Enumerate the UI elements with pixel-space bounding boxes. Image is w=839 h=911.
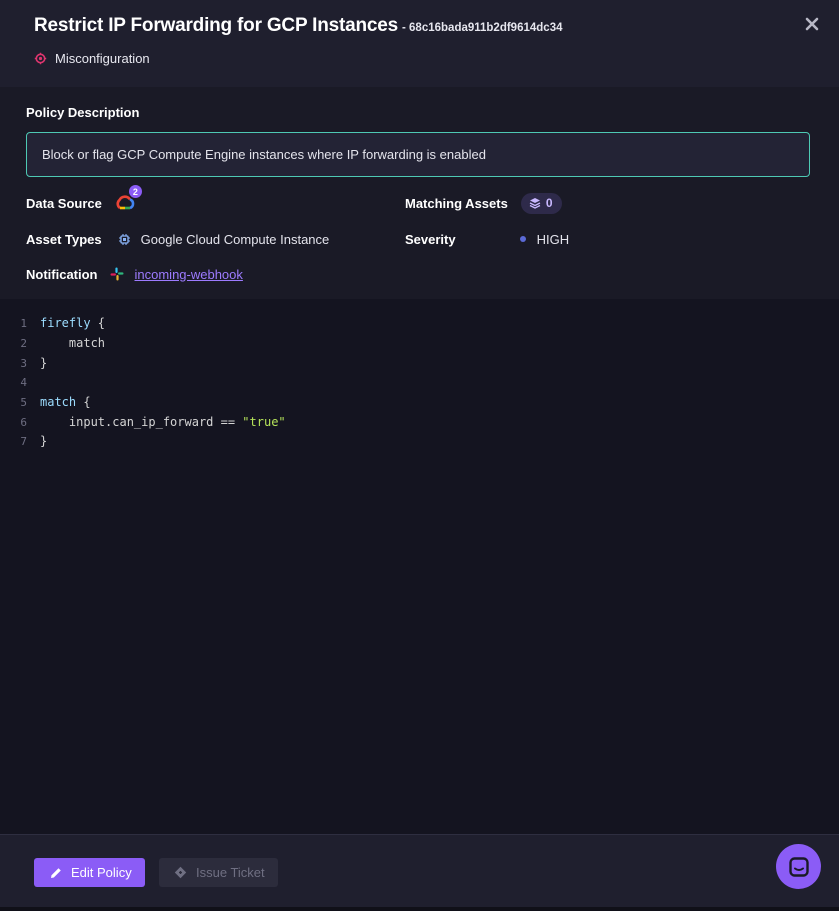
misconfiguration-icon	[34, 52, 47, 65]
line-number: 2	[20, 336, 27, 350]
code-line: 1 firefly {	[0, 313, 105, 333]
modal-footer: Edit Policy Issue Ticket	[0, 834, 839, 907]
code-line: 7 }	[0, 431, 47, 451]
matching-assets-count: 0	[545, 196, 553, 210]
chat-icon	[788, 856, 809, 877]
data-source-count-badge: 2	[128, 185, 142, 198]
close-button[interactable]	[802, 14, 822, 34]
google-cloud-icon: 2	[115, 185, 142, 213]
code-line: 3 }	[0, 353, 47, 373]
severity-label: Severity	[405, 231, 456, 247]
data-source-value[interactable]: 2	[115, 185, 142, 213]
policy-title: Restrict IP Forwarding for GCP Instances	[34, 15, 399, 36]
severity-text: HIGH	[536, 231, 570, 247]
compute-chip-icon	[118, 233, 130, 245]
line-number: 3	[20, 356, 27, 370]
policy-category: Misconfiguration	[34, 51, 150, 66]
notification-value: incoming-webhook	[110, 267, 243, 282]
code-string: "true"	[242, 415, 286, 429]
asset-type-text: Google Cloud Compute Instance	[140, 231, 330, 247]
edit-policy-button[interactable]: Edit Policy	[34, 858, 145, 887]
asset-types-label: Asset Types	[26, 231, 102, 247]
code-editor[interactable]: 1 firefly { 2 match 3 } 4 5 match { 6 in…	[0, 299, 839, 834]
policy-details: Policy Description Block or flag GCP Com…	[0, 87, 839, 299]
modal-header: Restrict IP Forwarding for GCP Instances…	[0, 0, 839, 87]
matching-assets-badge[interactable]: 0	[520, 192, 562, 214]
code-text: input.can_ip_forward ==	[40, 415, 243, 429]
description-label: Policy Description	[26, 105, 140, 120]
issue-ticket-label: Issue Ticket	[196, 865, 265, 880]
code-line: 6 input.can_ip_forward == "true"	[0, 412, 286, 432]
severity-dot	[519, 236, 526, 242]
slack-icon	[110, 267, 123, 281]
line-number: 4	[20, 375, 27, 389]
title-row: Restrict IP Forwarding for GCP Instances…	[34, 15, 562, 37]
data-source-row: Data Source 2	[26, 185, 142, 214]
asset-type-value: Google Cloud Compute Instance	[118, 231, 330, 247]
policy-modal: Restrict IP Forwarding for GCP Instances…	[0, 0, 839, 911]
line-number: 5	[20, 395, 27, 409]
code-line: 2 match	[0, 333, 105, 353]
code-text: {	[76, 395, 91, 409]
close-icon	[805, 17, 819, 31]
code-keyword: firefly	[40, 316, 91, 330]
code-text: }	[40, 356, 48, 370]
code-keyword: match	[40, 395, 77, 409]
layers-icon	[529, 198, 541, 209]
severity-value: HIGH	[519, 231, 570, 247]
category-label: Misconfiguration	[55, 51, 150, 66]
line-number: 6	[20, 415, 27, 429]
asset-types-row: Asset Types Google Cloud Compute Instanc…	[26, 229, 329, 249]
code-text: match	[40, 336, 106, 350]
notification-link[interactable]: incoming-webhook	[135, 267, 243, 282]
code-line: 5 match {	[0, 392, 91, 412]
pencil-icon	[51, 867, 61, 878]
policy-id: - 68c16bada911b2df9614dc34	[402, 22, 563, 34]
description-box: Block or flag GCP Compute Engine instanc…	[26, 132, 810, 177]
chat-launcher-button[interactable]	[776, 844, 821, 889]
code-line: 4	[0, 372, 40, 392]
severity-row: Severity HIGH	[405, 229, 569, 249]
matching-assets-label: Matching Assets	[405, 195, 508, 211]
line-number: 7	[20, 434, 27, 448]
issue-ticket-button[interactable]: Issue Ticket	[159, 858, 278, 887]
code-text: }	[40, 434, 48, 448]
description-text: Block or flag GCP Compute Engine instanc…	[42, 147, 486, 162]
notification-row: Notification incoming-webhook	[26, 264, 243, 284]
matching-assets-row: Matching Assets 0	[405, 192, 562, 214]
ticket-diamond-icon	[174, 866, 187, 879]
bottom-strip	[0, 907, 839, 911]
line-number: 1	[20, 316, 27, 330]
code-text: {	[90, 316, 106, 330]
data-source-label: Data Source	[26, 195, 102, 211]
notification-label: Notification	[26, 266, 98, 282]
edit-policy-label: Edit Policy	[71, 865, 132, 880]
